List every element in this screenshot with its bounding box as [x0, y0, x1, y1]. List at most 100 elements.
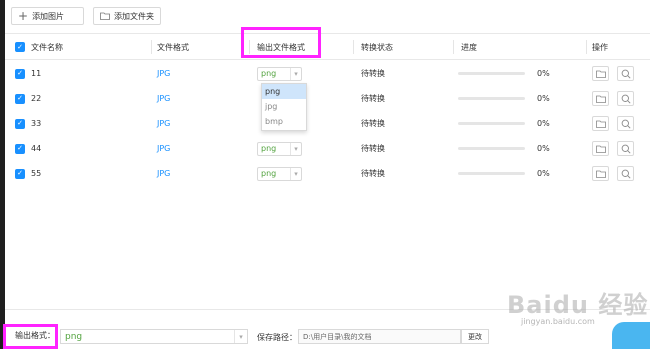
file-name-cell: ✓ 55	[15, 161, 41, 186]
progress-cell: 0%	[458, 86, 550, 111]
output-format-select[interactable]: png ▾	[257, 141, 302, 156]
preview-button[interactable]	[617, 166, 634, 181]
row-checkbox[interactable]: ✓	[15, 168, 25, 179]
output-format-value: png	[261, 169, 277, 178]
open-folder-button[interactable]	[592, 91, 609, 106]
row-checkbox[interactable]: ✓	[15, 118, 25, 129]
file-format: JPG	[157, 69, 171, 78]
chevron-down-icon: ▾	[290, 167, 301, 180]
open-folder-button[interactable]	[592, 141, 609, 156]
convert-status: 待转换	[361, 119, 385, 128]
progress-percent: 0%	[537, 119, 550, 128]
header-actions: 操作	[592, 42, 608, 52]
add-folder-button[interactable]: 添加文件夹	[93, 7, 161, 25]
progress-cell: 0%	[458, 161, 550, 186]
convert-status: 待转换	[361, 144, 385, 153]
file-name-cell: ✓ 22	[15, 86, 41, 111]
file-name: 55	[31, 169, 42, 178]
search-icon	[621, 119, 631, 129]
file-format: JPG	[157, 144, 171, 153]
dropdown-option-jpg[interactable]: jpg	[262, 99, 306, 114]
output-format-dropdown: png jpg bmp	[261, 83, 307, 131]
file-name: 33	[31, 119, 42, 128]
output-format-cell: png ▾	[257, 161, 302, 186]
file-name-cell: ✓ 11	[15, 61, 41, 86]
progress-bar	[458, 97, 525, 100]
file-format: JPG	[157, 119, 171, 128]
header-name: ✓ 文件名称	[9, 34, 63, 60]
table-row[interactable]: ✓ 11 JPG png ▾ 待转换 0%	[5, 61, 650, 86]
table-row[interactable]: ✓ 22 JPG 待转换 0%	[5, 86, 650, 111]
add-folder-label: 添加文件夹	[114, 11, 154, 21]
add-image-button[interactable]: + 添加图片	[11, 7, 84, 25]
output-format-select[interactable]: png ▾	[257, 66, 302, 81]
file-name: 22	[31, 94, 42, 103]
search-icon	[621, 144, 631, 154]
open-folder-button[interactable]	[592, 66, 609, 81]
global-output-format-select[interactable]: png ▾	[60, 329, 248, 344]
chevron-down-icon: ▾	[290, 67, 301, 80]
dropdown-option-png[interactable]: png	[262, 84, 306, 99]
progress-bar	[458, 72, 525, 75]
output-format-select[interactable]: png ▾	[257, 166, 302, 181]
progress-cell: 0%	[458, 136, 550, 161]
folder-icon	[595, 145, 606, 153]
row-checkbox[interactable]: ✓	[15, 93, 25, 104]
header-name-label: 文件名称	[31, 42, 63, 52]
header-divider	[453, 40, 454, 54]
convert-status: 待转换	[361, 69, 385, 78]
progress-percent: 0%	[537, 94, 550, 103]
chevron-down-icon: ▾	[290, 142, 301, 155]
dropdown-option-bmp[interactable]: bmp	[262, 114, 306, 129]
header-status: 转换状态	[361, 42, 393, 52]
convert-status: 待转换	[361, 94, 385, 103]
row-checkbox[interactable]: ✓	[15, 143, 25, 154]
folder-icon	[100, 12, 110, 20]
actions-cell	[592, 136, 634, 161]
actions-cell	[592, 86, 634, 111]
table-row[interactable]: ✓ 55 JPG png ▾ 待转换 0%	[5, 161, 650, 186]
progress-bar	[458, 147, 525, 150]
preview-button[interactable]	[617, 116, 634, 131]
save-path-label: 保存路径：	[257, 333, 297, 342]
start-convert-button[interactable]	[612, 322, 650, 349]
select-all-checkbox[interactable]: ✓	[15, 42, 25, 52]
preview-button[interactable]	[617, 141, 634, 156]
output-format-label: 输出格式：	[15, 331, 55, 340]
open-folder-button[interactable]	[592, 166, 609, 181]
actions-cell	[592, 111, 634, 136]
header-progress: 进度	[461, 42, 477, 52]
file-name: 44	[31, 144, 42, 153]
progress-bar	[458, 172, 525, 175]
preview-button[interactable]	[617, 91, 634, 106]
actions-cell	[592, 161, 634, 186]
table-header: ✓ 文件名称 文件格式 输出文件格式 转换状态 进度 操作	[5, 33, 650, 60]
header-format: 文件格式	[157, 42, 189, 52]
preview-button[interactable]	[617, 66, 634, 81]
search-icon	[621, 169, 631, 179]
header-divider	[249, 40, 250, 54]
progress-percent: 0%	[537, 144, 550, 153]
convert-status: 待转换	[361, 169, 385, 178]
progress-cell: 0%	[458, 61, 550, 86]
folder-icon	[595, 170, 606, 178]
footer-bar: 输出格式： png ▾ 保存路径： D:\用户目录\我的文档 更改	[5, 309, 650, 349]
output-format-value: png	[261, 144, 277, 153]
open-folder-button[interactable]	[592, 116, 609, 131]
table-row[interactable]: ✓ 33 JPG 待转换 0%	[5, 111, 650, 136]
progress-bar	[458, 122, 525, 125]
output-format-cell: png ▾	[257, 136, 302, 161]
save-path-field[interactable]: D:\用户目录\我的文档	[298, 329, 461, 344]
global-output-format-value: png	[65, 331, 83, 342]
chevron-down-icon: ▾	[234, 330, 247, 343]
change-path-button[interactable]: 更改	[461, 329, 489, 344]
search-icon	[621, 69, 631, 79]
file-name-cell: ✓ 33	[15, 111, 41, 136]
header-output-format: 输出文件格式	[257, 42, 305, 52]
file-name: 11	[31, 69, 42, 78]
progress-percent: 0%	[537, 169, 550, 178]
table-row[interactable]: ✓ 44 JPG png ▾ 待转换 0%	[5, 136, 650, 161]
header-divider	[353, 40, 354, 54]
row-checkbox[interactable]: ✓	[15, 68, 25, 79]
toolbar: + 添加图片 添加文件夹	[5, 0, 650, 33]
